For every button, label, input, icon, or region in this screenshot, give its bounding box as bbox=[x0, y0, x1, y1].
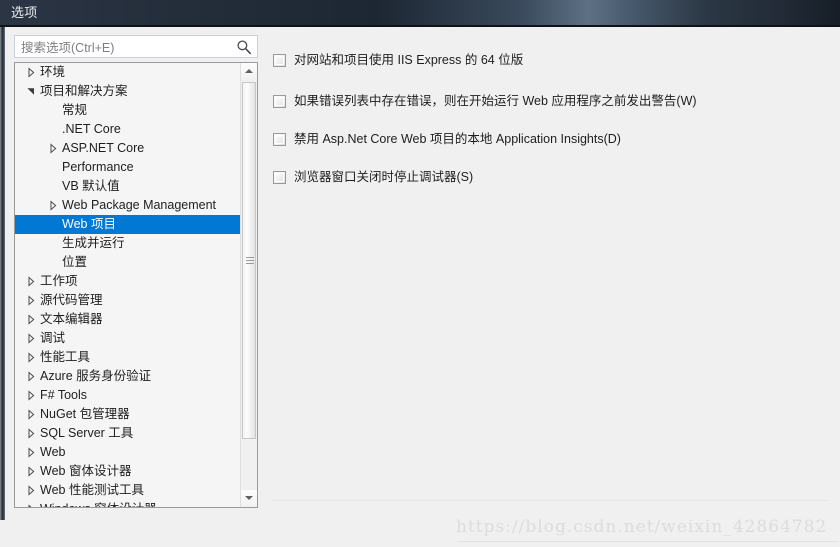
checkbox-unchecked-icon[interactable] bbox=[273, 95, 286, 108]
tree-item[interactable]: 源代码管理 bbox=[15, 291, 240, 310]
tree-item[interactable]: VB 默认值 bbox=[15, 177, 240, 196]
tree-item[interactable]: F# Tools bbox=[15, 386, 240, 405]
checkbox-unchecked-icon[interactable] bbox=[273, 133, 286, 146]
expander-collapsed-icon[interactable] bbox=[24, 310, 38, 329]
expander-expanded-icon[interactable] bbox=[24, 82, 38, 101]
expander-collapsed-icon[interactable] bbox=[24, 386, 38, 405]
expander-collapsed-icon[interactable] bbox=[24, 462, 38, 481]
tree-item[interactable]: ASP.NET Core bbox=[15, 139, 240, 158]
scroll-up-arrow-icon bbox=[245, 69, 253, 73]
expander-collapsed-icon[interactable] bbox=[24, 272, 38, 291]
expander-collapsed-icon[interactable] bbox=[24, 329, 38, 348]
tree-item-label: F# Tools bbox=[40, 388, 88, 402]
tree-item-label: Azure 服务身份验证 bbox=[40, 369, 152, 383]
tree-item[interactable]: .NET Core bbox=[15, 120, 240, 139]
tree-item[interactable]: NuGet 包管理器 bbox=[15, 405, 240, 424]
scroll-down-button[interactable] bbox=[241, 490, 257, 507]
scrollbar-thumb[interactable] bbox=[242, 82, 256, 439]
tree-item[interactable]: Web bbox=[15, 443, 240, 462]
expander-collapsed-icon[interactable] bbox=[24, 500, 38, 507]
tree-item-label: 环境 bbox=[40, 65, 66, 79]
tree-item-label: 源代码管理 bbox=[40, 293, 103, 307]
scrollbar-grip-icon bbox=[246, 256, 254, 266]
tree-item[interactable]: 环境 bbox=[15, 63, 240, 82]
tree-item[interactable]: Performance bbox=[15, 158, 240, 177]
tree-item[interactable]: 性能工具 bbox=[15, 348, 240, 367]
tree-item[interactable]: Windows 窗体设计器 bbox=[15, 500, 240, 507]
tree-item[interactable]: Web 窗体设计器 bbox=[15, 462, 240, 481]
expander-collapsed-icon[interactable] bbox=[46, 196, 60, 215]
tree-item[interactable]: 工作项 bbox=[15, 272, 240, 291]
tree-item-label: 常规 bbox=[62, 103, 88, 117]
tree-item-label: Web bbox=[40, 445, 66, 459]
expander-collapsed-icon[interactable] bbox=[24, 481, 38, 500]
option-label: 禁用 Asp.Net Core Web 项目的本地 Application In… bbox=[294, 132, 621, 146]
tree-item-label: Windows 窗体设计器 bbox=[15, 500, 240, 507]
tree-item-label: .NET Core bbox=[62, 122, 121, 136]
expander-collapsed-icon[interactable] bbox=[24, 443, 38, 462]
expander-collapsed-icon[interactable] bbox=[24, 405, 38, 424]
options-tree[interactable]: 环境项目和解决方案常规 .NET Core ASP.NET Core Performa… bbox=[15, 63, 240, 507]
checkbox-unchecked-icon[interactable] bbox=[273, 171, 286, 184]
tree-item[interactable]: 常规 bbox=[15, 101, 240, 120]
window-title: 选项 bbox=[11, 5, 38, 20]
tree-item-label: Performance bbox=[62, 160, 134, 174]
tree-item-label: Web 窗体设计器 bbox=[40, 464, 132, 478]
expander-collapsed-icon[interactable] bbox=[46, 139, 60, 158]
tree-item[interactable]: 生成并运行 bbox=[15, 234, 240, 253]
tree-item-label: Web 项目 bbox=[62, 217, 116, 231]
tree-item[interactable]: 项目和解决方案 bbox=[15, 82, 240, 101]
options-tree-panel: 环境项目和解决方案常规 .NET Core ASP.NET Core Performa… bbox=[14, 62, 258, 508]
tree-item-label: 工作项 bbox=[40, 274, 78, 288]
checkbox-unchecked-icon[interactable] bbox=[273, 54, 286, 67]
expander-collapsed-icon[interactable] bbox=[24, 63, 38, 82]
tree-item-label: 调试 bbox=[40, 331, 66, 345]
tree-item-label: 生成并运行 bbox=[62, 236, 125, 250]
tree-item-label: 性能工具 bbox=[40, 350, 91, 364]
tree-item[interactable]: Web 项目 bbox=[15, 215, 240, 234]
option-label: 对网站和项目使用 IIS Express 的 64 位版 bbox=[294, 53, 524, 67]
window-left-edge-inner bbox=[3, 27, 5, 520]
tree-vertical-scrollbar[interactable] bbox=[240, 63, 257, 507]
options-content-pane: 对网站和项目使用 IIS Express 的 64 位版如果错误列表中存在错误，… bbox=[270, 38, 830, 493]
watermark-text: https://blog.csdn.net/weixin_42864782 bbox=[456, 517, 828, 537]
tree-item-label: Web 性能测试工具 bbox=[40, 483, 144, 497]
tree-item-label: SQL Server 工具 bbox=[40, 426, 134, 440]
tree-item-label: VB 默认值 bbox=[62, 179, 120, 193]
tree-item[interactable]: 文本编辑器 bbox=[15, 310, 240, 329]
option-label: 浏览器窗口关闭时停止调试器(S) bbox=[294, 170, 474, 184]
watermark-underline bbox=[458, 541, 838, 542]
expander-collapsed-icon[interactable] bbox=[24, 424, 38, 443]
tree-item-label: NuGet 包管理器 bbox=[40, 407, 130, 421]
tree-item[interactable]: SQL Server 工具 bbox=[15, 424, 240, 443]
options-dialog: 选项 环境项目和解决方案常规 .NET Core ASP.NET Core Perfo… bbox=[0, 0, 840, 547]
search-input[interactable] bbox=[21, 38, 231, 57]
tree-item-label: 文本编辑器 bbox=[40, 312, 103, 326]
scroll-up-button[interactable] bbox=[241, 63, 257, 80]
tree-item[interactable]: 调试 bbox=[15, 329, 240, 348]
content-bottom-separator bbox=[272, 500, 828, 501]
tree-item[interactable]: Web Package Management bbox=[15, 196, 240, 215]
tree-item[interactable]: 位置 bbox=[15, 253, 240, 272]
search-icon[interactable] bbox=[236, 39, 252, 55]
expander-collapsed-icon[interactable] bbox=[24, 291, 38, 310]
expander-collapsed-icon[interactable] bbox=[24, 367, 38, 386]
tree-item-label: 项目和解决方案 bbox=[40, 84, 128, 98]
tree-item[interactable]: Azure 服务身份验证 bbox=[15, 367, 240, 386]
tree-item[interactable]: Web 性能测试工具 bbox=[15, 481, 240, 500]
expander-collapsed-icon[interactable] bbox=[24, 348, 38, 367]
search-box[interactable] bbox=[14, 35, 258, 58]
tree-item-label: 位置 bbox=[62, 255, 88, 269]
option-label: 如果错误列表中存在错误，则在开始运行 Web 应用程序之前发出警告(W) bbox=[294, 94, 697, 108]
window-titlebar: 选项 bbox=[0, 0, 840, 27]
scroll-down-arrow-icon bbox=[245, 496, 253, 500]
